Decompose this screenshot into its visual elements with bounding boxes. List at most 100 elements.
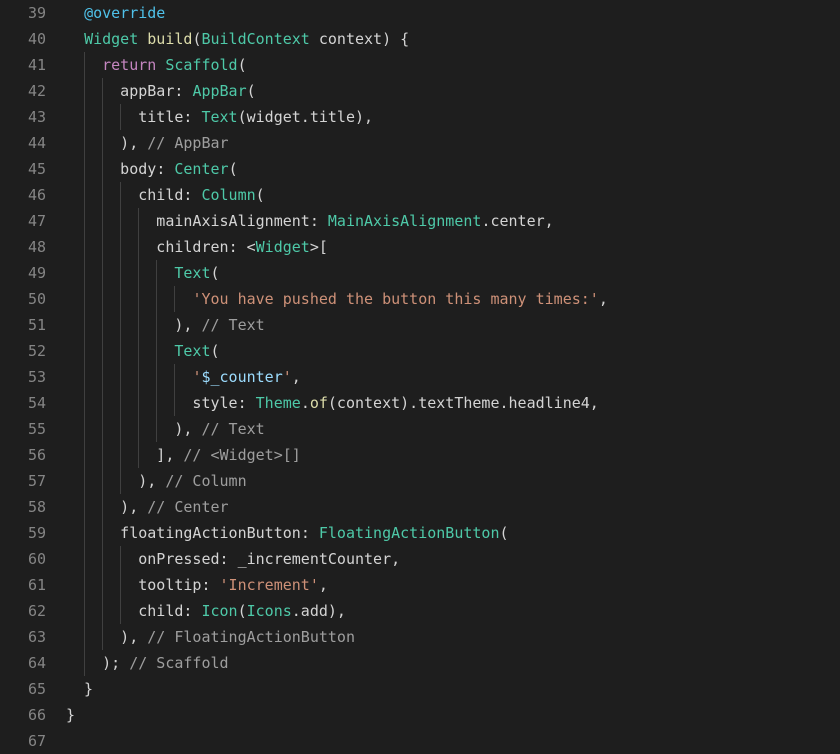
code-line[interactable]: return Scaffold( [66, 52, 840, 78]
code-line[interactable]: ), // AppBar [66, 130, 840, 156]
code-editor[interactable]: 39 40 41 42 43 44 45 46 47 48 49 50 51 52 53 54 55 56 57 58… [0, 0, 840, 751]
code-token: : [183, 108, 202, 126]
code-token: ( [499, 524, 509, 542]
code-token: } [66, 706, 76, 724]
code-token: $_counter [201, 368, 283, 386]
code-line[interactable] [66, 728, 840, 754]
code-line[interactable]: mainAxisAlignment: MainAxisAlignment.cen… [66, 208, 840, 234]
code-line[interactable]: title: Text(widget.title), [66, 104, 840, 130]
code-token: tooltip [66, 576, 202, 594]
code-line[interactable]: Text( [66, 260, 840, 286]
code-token: (context).textTheme.headline4, [327, 394, 599, 412]
code-token: : [219, 550, 238, 568]
code-token: .center, [481, 212, 554, 230]
line-number: 59 [27, 524, 46, 542]
code-token: : [183, 186, 202, 204]
code-token: : [174, 82, 193, 100]
code-line[interactable]: ), // FloatingActionButton [66, 624, 840, 650]
code-line[interactable]: Widget build(BuildContext context) { [66, 26, 840, 52]
line-number: 61 [27, 576, 46, 594]
code-token: ], [66, 446, 184, 464]
code-line[interactable]: floatingActionButton: FloatingActionButt… [66, 520, 840, 546]
code-token: return [102, 56, 157, 74]
code-token: . [300, 394, 310, 412]
code-token: build [147, 30, 193, 48]
code-line[interactable]: ), // Column [66, 468, 840, 494]
code-line[interactable]: '$_counter', [66, 364, 840, 390]
code-line[interactable]: children: <Widget>[ [66, 234, 840, 260]
code-token: title [66, 108, 184, 126]
code-line[interactable]: Text( [66, 338, 840, 364]
code-content[interactable]: @override Widget build(BuildContext cont… [66, 0, 840, 751]
code-token: appBar [66, 82, 175, 100]
code-token: : [237, 394, 256, 412]
code-token: ( [237, 602, 247, 620]
code-token: ( [228, 160, 238, 178]
code-token: Center [174, 160, 229, 178]
line-number: 62 [27, 602, 46, 620]
code-line[interactable]: child: Icon(Icons.add), [66, 598, 840, 624]
code-token: // <Widget>[] [183, 446, 301, 464]
code-token: 'You have pushed the button this many ti… [192, 290, 599, 308]
code-token: AppBar [192, 82, 247, 100]
code-token: Scaffold [165, 56, 238, 74]
code-token: Icon [201, 602, 238, 620]
code-token: // AppBar [147, 134, 229, 152]
code-token: Widget [255, 238, 310, 256]
code-token: ( [210, 342, 220, 360]
line-number: 57 [27, 472, 46, 490]
code-line[interactable]: 'You have pushed the button this many ti… [66, 286, 840, 312]
code-token: _incrementCounter, [237, 550, 401, 568]
code-token: ), [66, 472, 166, 490]
code-line[interactable]: } [66, 702, 840, 728]
code-token: children [66, 238, 229, 256]
code-token: BuildContext [201, 30, 310, 48]
code-token: : [309, 212, 328, 230]
code-line[interactable]: @override [66, 0, 840, 26]
code-line[interactable]: ), // Text [66, 416, 840, 442]
code-line[interactable]: appBar: AppBar( [66, 78, 840, 104]
line-number: 39 [27, 4, 46, 22]
code-line[interactable]: ), // Center [66, 494, 840, 520]
code-line[interactable]: } [66, 676, 840, 702]
line-number: 53 [27, 368, 46, 386]
code-line[interactable]: body: Center( [66, 156, 840, 182]
code-token: >[ [309, 238, 328, 256]
code-token: ), [66, 498, 148, 516]
code-token: // Text [201, 420, 265, 438]
code-line[interactable]: child: Column( [66, 182, 840, 208]
line-number: 51 [27, 316, 46, 334]
code-line[interactable]: ); // Scaffold [66, 650, 840, 676]
code-token: ); [66, 654, 130, 672]
line-number: 49 [27, 264, 46, 282]
code-token: onPressed [66, 550, 220, 568]
line-number: 66 [27, 706, 46, 724]
line-number: 54 [27, 394, 46, 412]
code-token: ' [192, 368, 202, 386]
code-line[interactable]: tooltip: 'Increment', [66, 572, 840, 598]
code-line[interactable]: ], // <Widget>[] [66, 442, 840, 468]
line-number: 40 [27, 30, 46, 48]
code-token: Text [174, 264, 211, 282]
code-token: FloatingActionButton [318, 524, 500, 542]
code-token: ), [66, 134, 148, 152]
code-token: @override [84, 4, 166, 22]
line-number: 48 [27, 238, 46, 256]
line-number: 50 [27, 290, 46, 308]
code-token: ) { [382, 30, 410, 48]
code-line[interactable]: ), // Text [66, 312, 840, 338]
code-token: // Text [201, 316, 265, 334]
code-token: // Center [147, 498, 229, 516]
code-line[interactable]: onPressed: _incrementCounter, [66, 546, 840, 572]
code-token: ( [255, 186, 265, 204]
code-token: Text [201, 108, 238, 126]
code-token: Theme [255, 394, 301, 412]
code-token: : [201, 576, 220, 594]
code-line[interactable]: style: Theme.of(context).textTheme.headl… [66, 390, 840, 416]
